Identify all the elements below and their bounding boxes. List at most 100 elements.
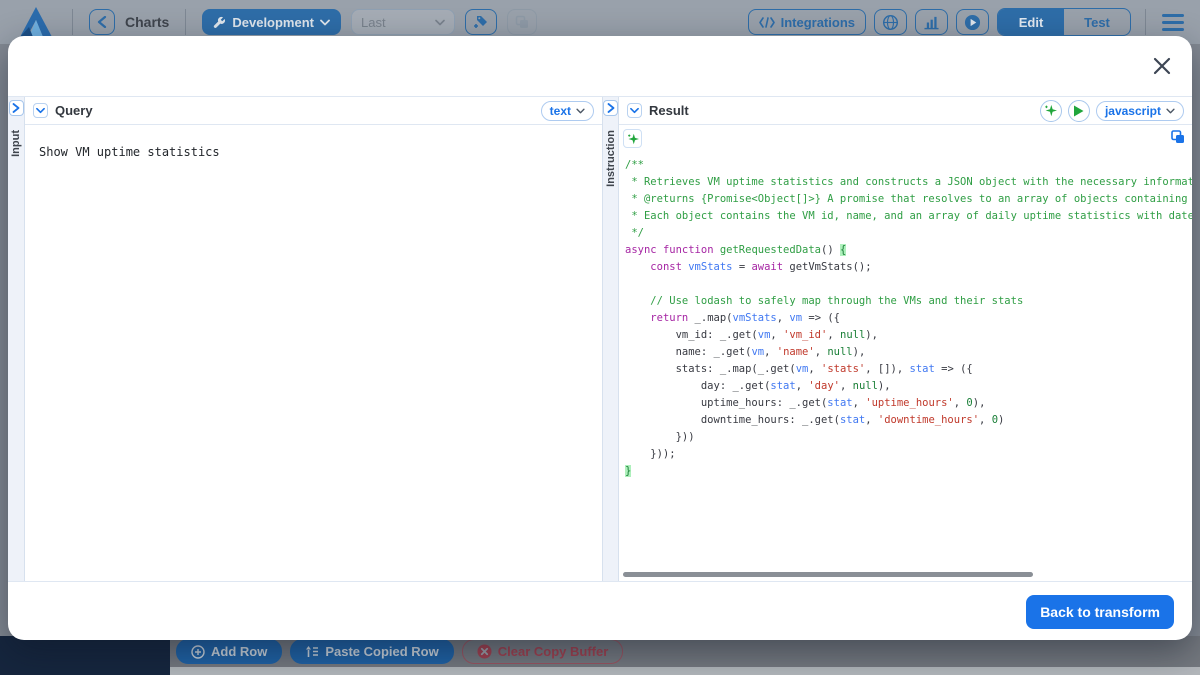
expand-instruction-button[interactable] (603, 100, 618, 116)
code-token: , (770, 329, 783, 341)
code-token: , (764, 346, 777, 358)
code-line: * Each object contains the VM id, name, … (625, 208, 1192, 225)
play-circle-icon (964, 14, 981, 31)
environment-label: Development (232, 15, 314, 30)
code-token: = (733, 261, 752, 273)
chevron-down-icon (435, 19, 445, 26)
code-token: await (751, 261, 783, 273)
code-token: , (796, 380, 809, 392)
code-token: , (840, 380, 853, 392)
code-token: // Use lodash to safely map through the … (650, 295, 1023, 307)
code-token: ), (853, 346, 866, 358)
editor-content: Input Query text Show VM uptime statisti… (8, 96, 1192, 582)
copy-code-button[interactable] (1171, 130, 1185, 144)
result-panel-title: Result (649, 103, 689, 118)
code-token: null (840, 329, 865, 341)
code-token: , (815, 346, 828, 358)
code-token: , (865, 414, 878, 426)
section-label: Charts (125, 14, 169, 30)
app-footer-strip (0, 667, 1200, 675)
wrench-icon (213, 16, 226, 29)
bar-chart-icon (923, 15, 940, 30)
clear-copy-buffer-button[interactable]: Clear Copy Buffer (462, 639, 624, 664)
code-token: , (853, 397, 866, 409)
tab-test[interactable]: Test (1064, 9, 1130, 35)
plus-circle-icon (191, 645, 205, 659)
query-editor[interactable]: Show VM uptime statistics (25, 125, 602, 581)
integrations-button[interactable]: Integrations (748, 9, 866, 35)
code-token: null (853, 380, 878, 392)
code-token: , (979, 414, 992, 426)
code-line: vm_id: _.get(vm, 'vm_id', null), (625, 327, 1192, 344)
chevron-right-icon (607, 103, 615, 113)
copy-disabled-button[interactable] (507, 9, 537, 35)
menu-button[interactable] (1160, 10, 1186, 35)
paste-copied-row-label: Paste Copied Row (325, 644, 438, 659)
close-button[interactable] (1150, 54, 1174, 78)
code-token (625, 295, 650, 307)
chart-button[interactable] (915, 9, 948, 35)
horizontal-scrollbar[interactable] (623, 572, 1033, 577)
code-token: () (821, 244, 840, 256)
ai-generate-button[interactable] (1040, 100, 1062, 122)
query-panel-header: Query text (25, 97, 602, 125)
code-token: , (954, 397, 967, 409)
code-line: async function getRequestedData() { (625, 242, 1192, 259)
sparkle-icon (1044, 104, 1057, 117)
code-token: })) (625, 431, 695, 443)
back-button[interactable] (89, 9, 115, 35)
run-code-button[interactable] (1068, 100, 1090, 122)
code-line: * @returns {Promise<Object[]>} A promise… (625, 191, 1192, 208)
code-token (625, 261, 650, 273)
instruction-strip-label: Instruction (605, 130, 617, 187)
code-line: /** (625, 157, 1192, 174)
edit-test-toggle: Edit Test (997, 8, 1131, 36)
last-dropdown[interactable]: Last (351, 9, 455, 35)
paste-copied-row-button[interactable]: Paste Copied Row (290, 639, 453, 664)
code-token (625, 312, 650, 324)
result-language-dropdown[interactable]: javascript (1096, 101, 1184, 121)
code-token: async (625, 244, 657, 256)
environment-dropdown[interactable]: Development (202, 9, 341, 35)
table-corner-block (0, 636, 170, 675)
code-token: } (625, 465, 631, 477)
code-token: stat (770, 380, 795, 392)
code-token: })); (625, 448, 676, 460)
code-token: vm_id: _.get( (625, 329, 758, 341)
tab-edit[interactable]: Edit (998, 9, 1064, 35)
code-token: * Retrieves VM uptime statistics and con… (625, 176, 1192, 188)
result-panel: Result javascript (619, 97, 1192, 581)
add-row-label: Add Row (211, 644, 267, 659)
code-token: { (840, 244, 846, 256)
inline-ai-button[interactable] (623, 129, 642, 148)
table-footer-actions: Add Row Paste Copied Row Clear Copy Buff… (176, 639, 623, 664)
add-row-button[interactable]: Add Row (176, 639, 282, 664)
expand-input-button[interactable] (9, 100, 24, 116)
collapse-query-button[interactable] (33, 103, 48, 118)
code-token: 'stats' (821, 363, 865, 375)
query-type-dropdown[interactable]: text (541, 101, 594, 121)
back-to-transform-button[interactable]: Back to transform (1026, 595, 1174, 629)
globe-button[interactable] (874, 9, 907, 35)
code-token: downtime_hours: _.get( (625, 414, 840, 426)
code-token: => ({ (935, 363, 973, 375)
code-token: */ (625, 227, 644, 239)
chevron-down-icon (1166, 108, 1175, 114)
code-line: // Use lodash to safely map through the … (625, 293, 1192, 310)
code-token: 'name' (777, 346, 815, 358)
code-line (625, 276, 1192, 293)
run-button[interactable] (956, 9, 989, 35)
code-token: ), (973, 397, 986, 409)
copy-icon (1171, 130, 1185, 144)
code-editor[interactable]: /** * Retrieves VM uptime statistics and… (619, 125, 1192, 581)
add-tag-button[interactable] (465, 9, 497, 35)
last-dropdown-value: Last (361, 15, 386, 30)
code-token: null (827, 346, 852, 358)
collapse-result-button[interactable] (627, 103, 642, 118)
code-token: ), (865, 329, 878, 341)
code-token: 'downtime_hours' (878, 414, 979, 426)
globe-icon (882, 14, 899, 31)
code-token: /** (625, 159, 644, 171)
code-line: return _.map(vmStats, vm => ({ (625, 310, 1192, 327)
code-token: day: _.get( (625, 380, 770, 392)
